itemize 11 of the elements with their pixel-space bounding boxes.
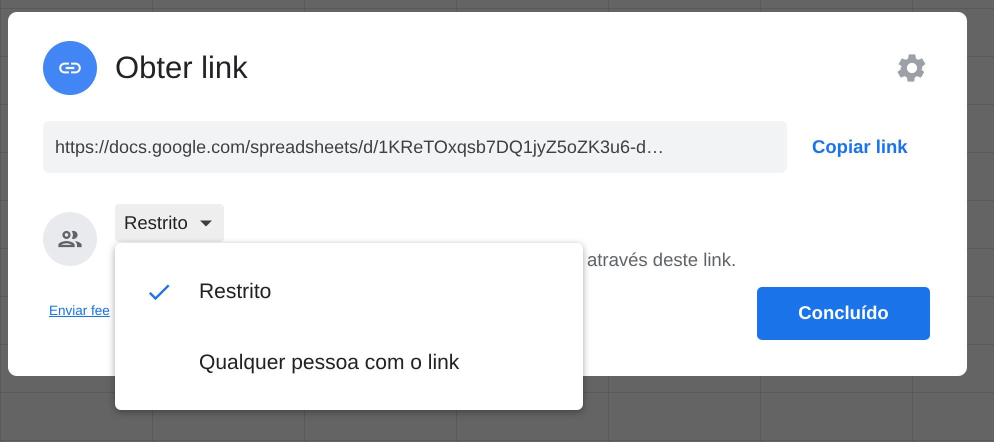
caret-icon	[200, 220, 212, 226]
menu-item[interactable]: Restrito	[115, 256, 583, 327]
access-dropdown[interactable]: Restrito	[115, 204, 224, 242]
dialog-title: Obter link	[115, 48, 248, 87]
link-icon	[43, 41, 97, 95]
menu-item[interactable]: Qualquer pessoa com o link	[115, 327, 583, 398]
done-button[interactable]: Concluído	[757, 286, 930, 340]
copy-link-button[interactable]: Copiar link	[800, 133, 920, 161]
feedback-link[interactable]: Enviar fee	[49, 300, 110, 340]
link-url-field[interactable]: https://docs.google.com/spreadsheets/d/1KReTOxqsb7DQ1jyZ5oZK3u6-d…	[43, 121, 787, 173]
access-description: através deste link.	[586, 248, 736, 272]
